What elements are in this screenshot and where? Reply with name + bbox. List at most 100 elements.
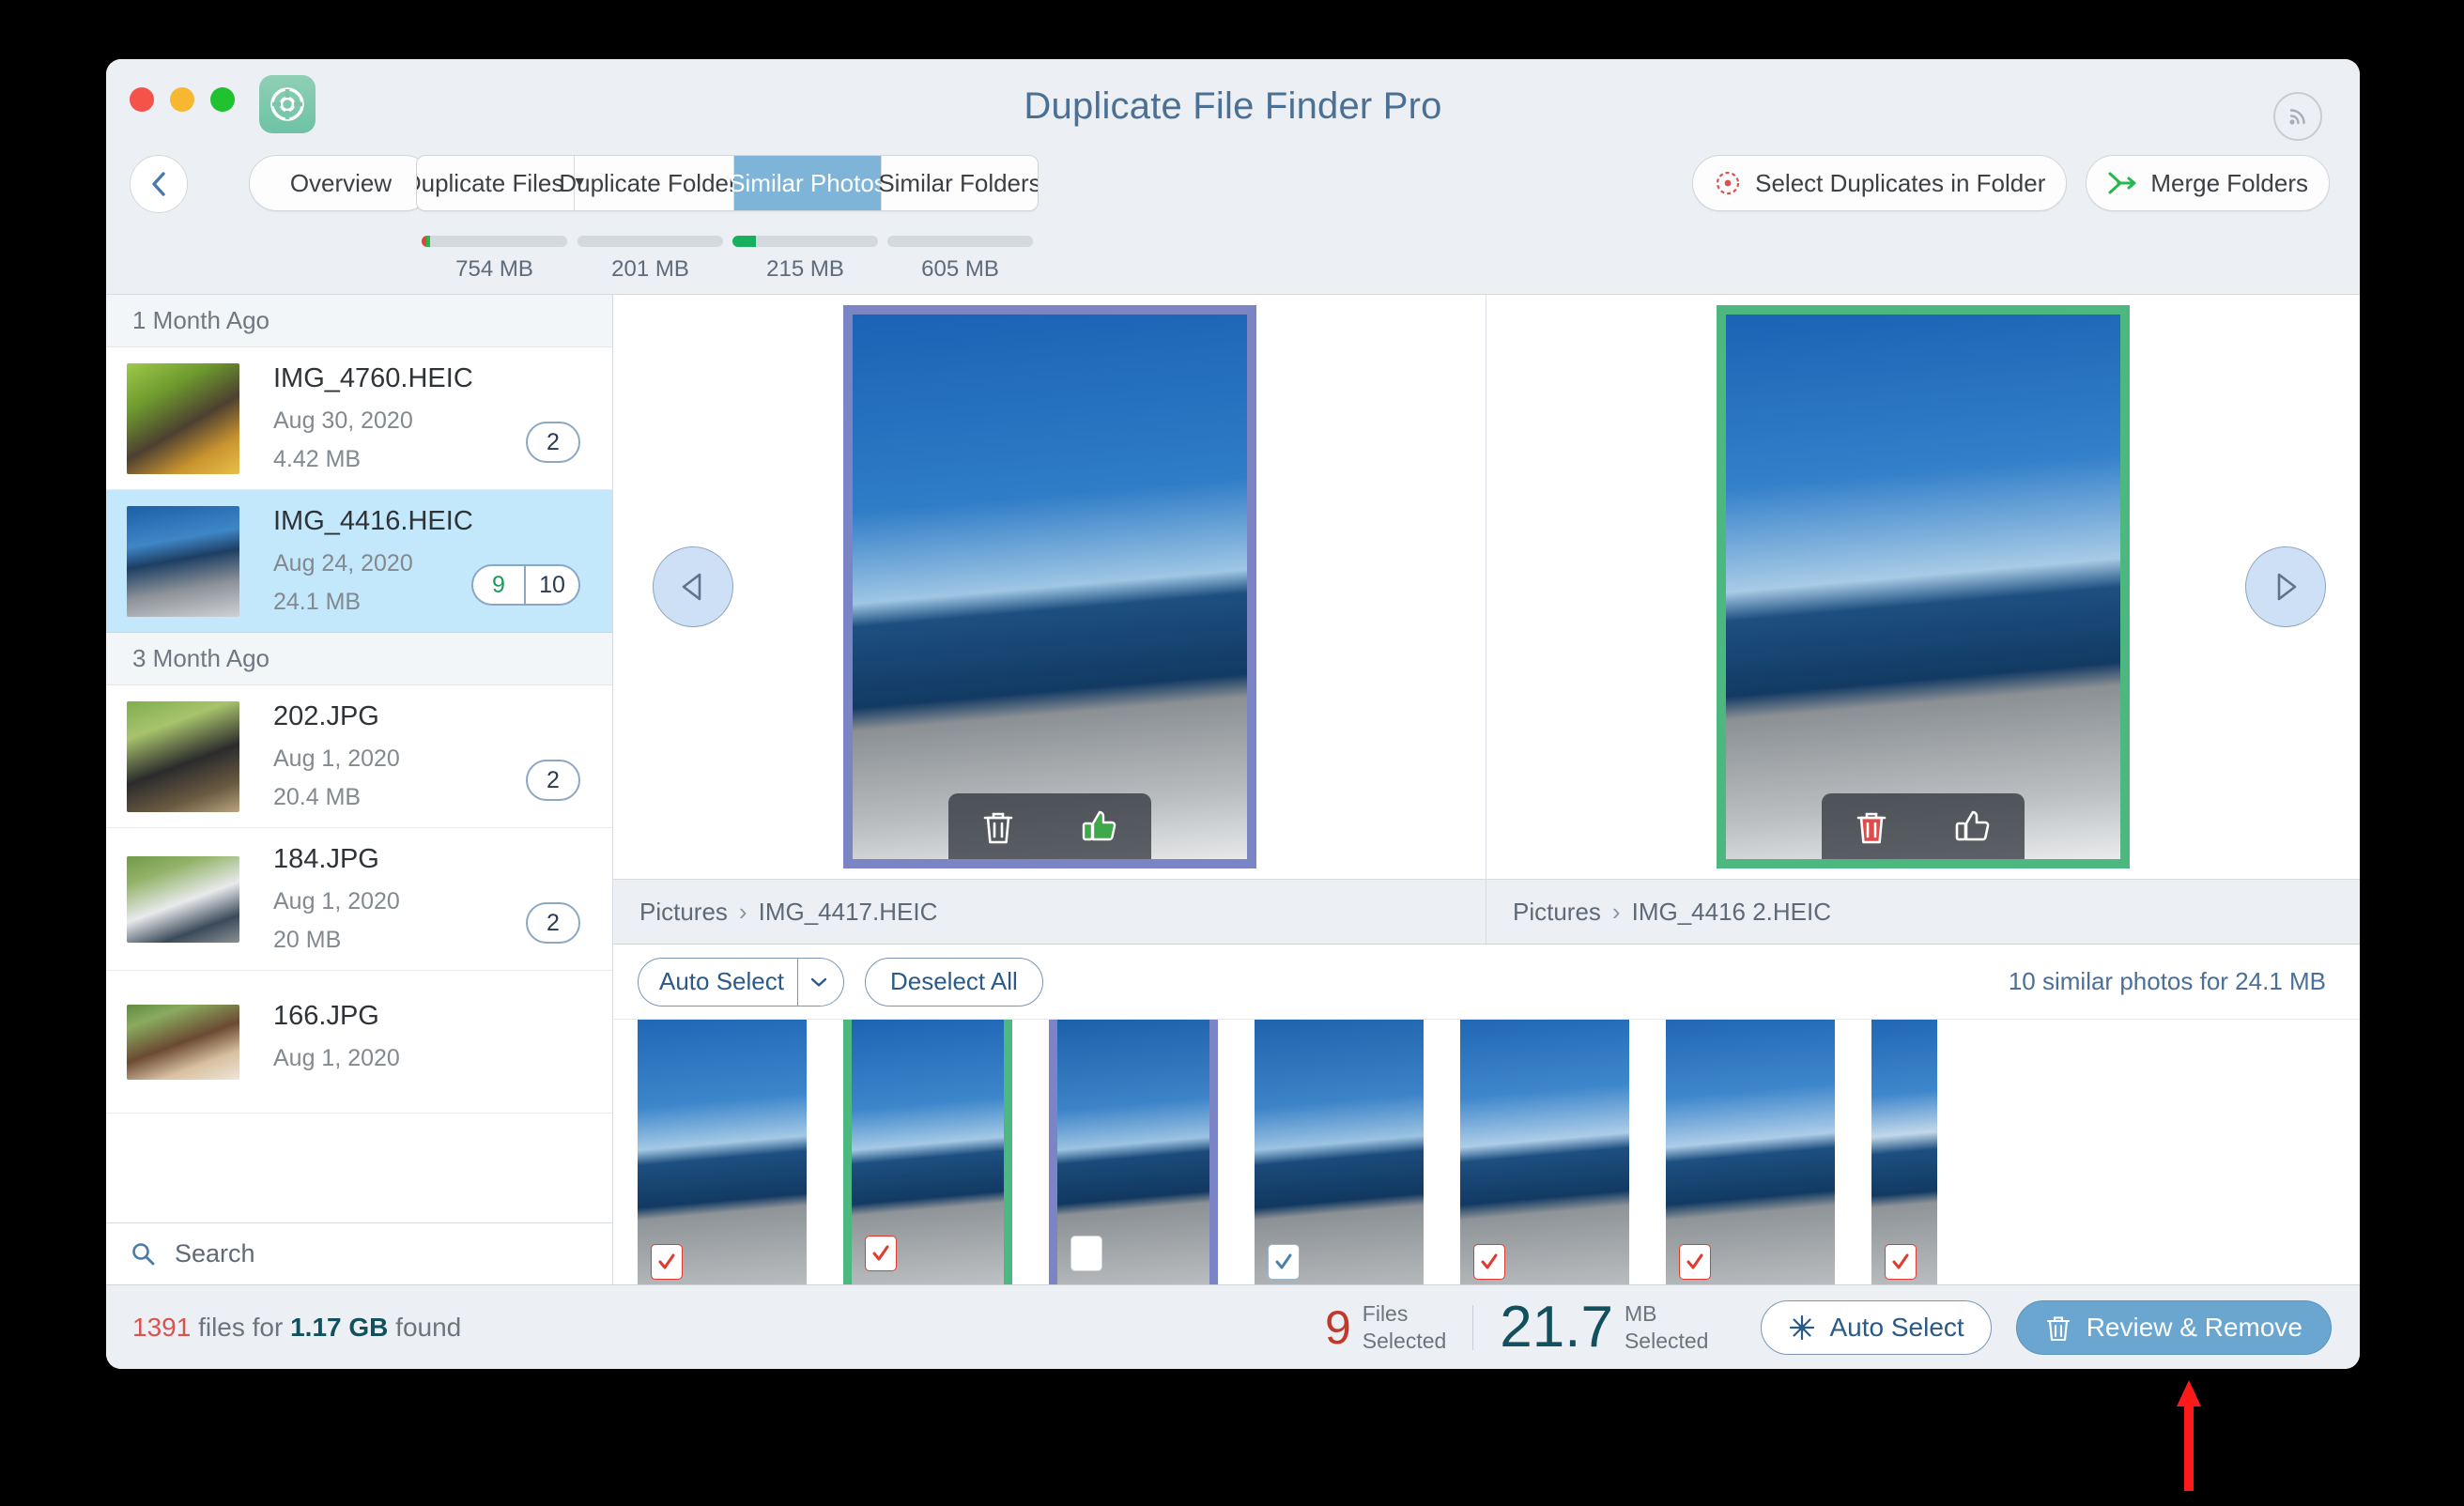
- merge-arrow-icon: [2107, 171, 2137, 195]
- status-bar: 1391 files for 1.17 GB found 9 Files Sel…: [106, 1284, 2360, 1369]
- page-title: Duplicate File Finder Pro: [1024, 85, 1442, 127]
- filmstrip-item[interactable]: [1666, 1020, 1835, 1284]
- previous-photo-button[interactable]: [653, 546, 733, 627]
- selection-stats: 9 Files Selected 21.7 MB Selected Auto S…: [1299, 1298, 2332, 1357]
- list-item[interactable]: IMG_4760.HEIC Aug 30, 2020 4.42 MB 2: [106, 347, 612, 490]
- tab-duplicate-folders[interactable]: Duplicate Folders: [559, 156, 749, 210]
- breadcrumb-root: Pictures: [639, 897, 728, 926]
- tab-similar-photos[interactable]: Similar Photos: [729, 156, 886, 210]
- file-thumbnail: [127, 855, 239, 943]
- files-selected-line2: Selected: [1362, 1328, 1447, 1353]
- merge-folders-button[interactable]: Merge Folders: [2086, 155, 2330, 211]
- breadcrumb-left[interactable]: Pictures › IMG_4417.HEIC: [613, 880, 1486, 944]
- auto-select-dropdown-button[interactable]: Auto Select: [638, 957, 844, 1007]
- rss-icon[interactable]: [2273, 92, 2322, 141]
- filmstrip[interactable]: [613, 1020, 2360, 1284]
- filmstrip-thumbnail: [1460, 1020, 1629, 1284]
- desktop-background: Duplicate File Finder Pro Overview Dupli…: [0, 0, 2464, 1506]
- tab-similar-folders-label: Similar Folders: [878, 168, 1039, 197]
- mb-selected-stat: 21.7 MB Selected: [1473, 1298, 1734, 1357]
- files-selected-label: Files Selected: [1363, 1300, 1447, 1355]
- chevron-right-icon: ›: [1611, 897, 1621, 926]
- preview-pane-left: [613, 295, 1486, 879]
- file-name: 202.JPG: [273, 701, 379, 731]
- filmstrip-item[interactable]: [638, 1020, 807, 1284]
- filmstrip-item[interactable]: [843, 1020, 1012, 1284]
- list-item[interactable]: 202.JPG Aug 1, 2020 20.4 MB 2: [106, 685, 612, 828]
- overview-label: Overview: [289, 168, 393, 197]
- arrow-head: [2177, 1380, 2201, 1406]
- file-thumbnail: [127, 1004, 239, 1080]
- filmstrip-thumbnail: [852, 1020, 1004, 1284]
- tab-duplicate-folders-label: Duplicate Folders: [559, 168, 749, 197]
- tab-similar-folders[interactable]: Similar Folders: [878, 156, 1038, 210]
- filmstrip-checkbox[interactable]: [1679, 1244, 1711, 1280]
- breadcrumb-right[interactable]: Pictures › IMG_4416 2.HEIC: [1486, 880, 2360, 944]
- overview-button[interactable]: Overview: [249, 155, 433, 211]
- chevron-down-icon[interactable]: [810, 977, 843, 987]
- files-selected-stat: 9 Files Selected: [1299, 1300, 1472, 1355]
- meter-label: 605 MB: [921, 256, 999, 282]
- filmstrip-checkbox[interactable]: [1473, 1244, 1505, 1280]
- file-meta: 166.JPG Aug 1, 2020: [273, 1001, 592, 1083]
- meter-similar-photos: 215 MB: [729, 236, 882, 283]
- tab-duplicate-files[interactable]: Duplicate Files ▼: [417, 156, 587, 210]
- files-selected-value: 9: [1324, 1300, 1351, 1354]
- file-name: 184.JPG: [273, 844, 379, 874]
- trash-icon[interactable]: [981, 807, 1015, 845]
- filmstrip-item[interactable]: [1460, 1020, 1629, 1284]
- arrow-shaft: [2184, 1405, 2194, 1491]
- found-mid: files for: [191, 1312, 291, 1342]
- trash-icon[interactable]: [1855, 807, 1888, 845]
- filmstrip-thumbnail: [1871, 1020, 1937, 1284]
- filmstrip-thumbnail: [638, 1020, 807, 1284]
- mb-selected-line1: MB: [1624, 1300, 1657, 1326]
- meter-label: 754 MB: [455, 256, 533, 282]
- tab-similar-photos-label: Similar Photos: [729, 168, 886, 197]
- filmstrip-item[interactable]: [1255, 1020, 1424, 1284]
- search-input[interactable]: Search: [106, 1222, 612, 1284]
- meter-bar: [732, 236, 878, 247]
- list-item[interactable]: 166.JPG Aug 1, 2020: [106, 971, 612, 1114]
- photo-preview-right[interactable]: [1726, 315, 2120, 859]
- auto-select-label: Auto Select: [1829, 1312, 1964, 1342]
- breadcrumb-root: Pictures: [1513, 897, 1601, 926]
- group-header: 3 Month Ago: [106, 633, 612, 685]
- photo-frame-right: [1717, 305, 2130, 868]
- deselect-all-button[interactable]: Deselect All: [864, 957, 1043, 1007]
- select-duplicates-in-folder-button[interactable]: Select Duplicates in Folder: [1692, 155, 2068, 211]
- auto-select-button[interactable]: Auto Select: [1761, 1299, 1992, 1355]
- filmstrip-item[interactable]: [1049, 1020, 1218, 1284]
- list-item[interactable]: 184.JPG Aug 1, 2020 20 MB 2: [106, 828, 612, 971]
- similar-photos-summary: 10 similar photos for 24.1 MB: [2008, 967, 2326, 995]
- file-list[interactable]: 1 Month Ago IMG_4760.HEIC Aug 30, 2020 4…: [106, 295, 612, 1222]
- group-header: 1 Month Ago: [106, 295, 612, 347]
- filmstrip-checkbox[interactable]: [865, 1236, 897, 1271]
- thumbs-up-icon[interactable]: [1954, 807, 1992, 845]
- review-and-remove-button[interactable]: Review & Remove: [2015, 1299, 2332, 1355]
- file-thumbnail: [127, 505, 239, 617]
- meter-bar: [887, 236, 1033, 247]
- filmstrip-checkbox[interactable]: [1070, 1236, 1102, 1271]
- filmstrip-thumbnail: [1666, 1020, 1835, 1284]
- window-body: 1 Month Ago IMG_4760.HEIC Aug 30, 2020 4…: [106, 294, 2360, 1284]
- file-date: Aug 1, 2020: [273, 1044, 400, 1071]
- category-size-meters: 754 MB 201 MB 215 MB 605 MB Sort by Date…: [106, 236, 2360, 423]
- filmstrip-checkbox[interactable]: [1885, 1244, 1917, 1280]
- main-toolbar: Overview Duplicate Files ▼ Duplicate Fol…: [106, 149, 2360, 236]
- next-photo-button[interactable]: [2245, 546, 2326, 627]
- breadcrumbs-row: Pictures › IMG_4417.HEIC Pictures › IMG_…: [613, 879, 2360, 945]
- filmstrip-checkbox[interactable]: [651, 1244, 683, 1280]
- list-item[interactable]: IMG_4416.HEIC Aug 24, 2020 24.1 MB 9 10: [106, 490, 612, 633]
- window-titlebar: Duplicate File Finder Pro: [106, 59, 2360, 149]
- filmstrip-toolbar: Auto Select Deselect All 10 similar phot…: [613, 945, 2360, 1020]
- target-icon: [1714, 169, 1742, 197]
- thumbs-up-icon[interactable]: [1081, 807, 1118, 845]
- filmstrip-thumbnail: [1057, 1020, 1209, 1284]
- back-button[interactable]: [130, 155, 188, 213]
- filmstrip-checkbox[interactable]: [1268, 1244, 1300, 1280]
- filmstrip-item[interactable]: [1871, 1020, 1937, 1284]
- auto-select-label: Auto Select: [659, 967, 784, 995]
- photo-preview-left[interactable]: [852, 315, 1247, 859]
- duplicate-count-badge: 2: [526, 422, 580, 463]
